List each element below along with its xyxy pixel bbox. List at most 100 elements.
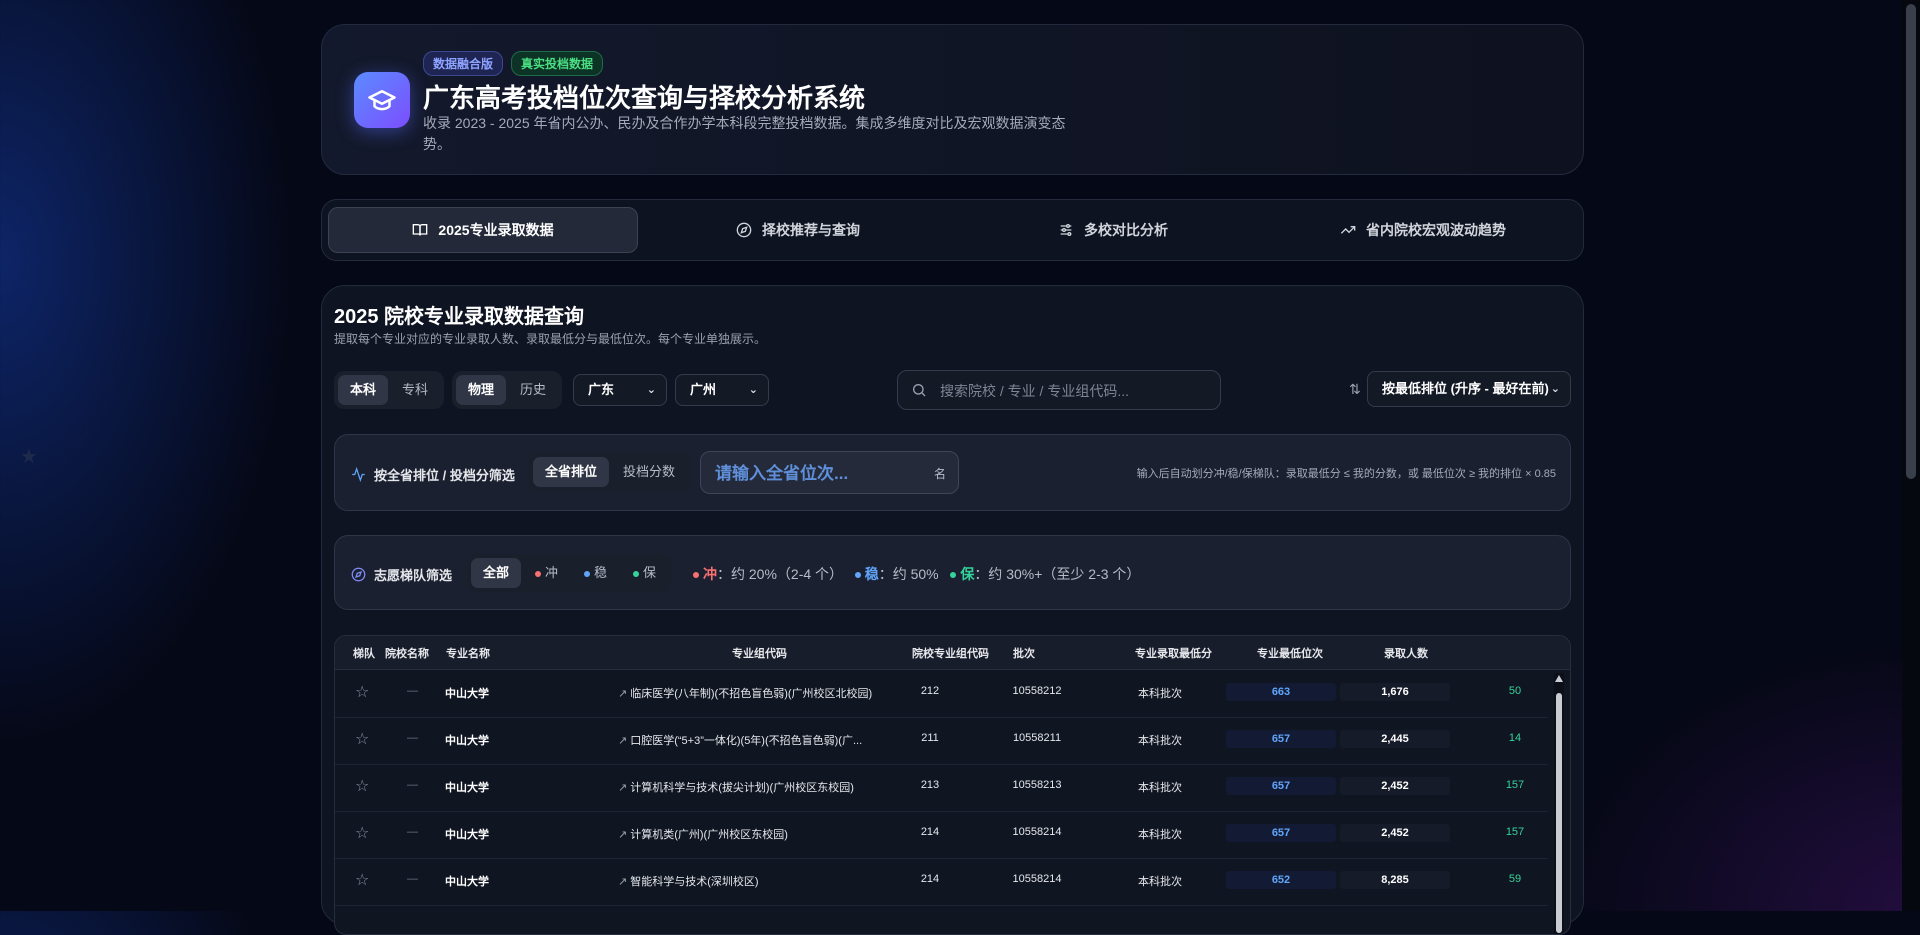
favorite-star-icon[interactable]: ☆	[355, 776, 369, 796]
subject-option-history[interactable]: 历史	[508, 375, 558, 405]
tab-multi-school-compare[interactable]: 多校对比分析	[958, 207, 1268, 253]
compass-icon	[736, 222, 752, 238]
school-group-cell: 10558214	[1012, 873, 1062, 885]
group-cell: 212	[920, 685, 940, 697]
school-group-cell: 10558214	[1012, 826, 1062, 838]
mode-option-rank[interactable]: 全省排位	[533, 457, 610, 487]
city-select[interactable]: 广州 ⌄	[675, 374, 769, 406]
page-scrollbar[interactable]	[1902, 0, 1920, 911]
scroll-up-arrow-icon[interactable]	[1555, 675, 1563, 682]
school-cell: 中山大学	[445, 829, 489, 841]
tier-hint: 输入后自动划分冲/稳/保梯队：录取最低分 ≤ 我的分数，或 最低位次 ≥ 我的排…	[1136, 468, 1556, 480]
sliders-icon	[1060, 224, 1072, 236]
school-cell: 中山大学	[445, 688, 489, 700]
school-cell: 中山大学	[445, 782, 489, 794]
col-school-group: 院校专业组代码	[912, 648, 989, 660]
tab-macro-trends[interactable]: 省内院校宏观波动趋势	[1268, 207, 1578, 253]
col-group: 专业组代码	[732, 648, 787, 660]
tier-cell: —	[407, 685, 418, 697]
tier-option-all[interactable]: 全部	[471, 558, 522, 588]
favorite-star-icon[interactable]: ☆	[355, 870, 369, 890]
tier-option-bao[interactable]: 保	[621, 558, 668, 588]
tier-toggle: 全部 冲 稳 保	[467, 554, 673, 592]
col-min-rank: 专业最低位次	[1257, 648, 1323, 660]
group-cell: 214	[920, 826, 940, 838]
green-dot-icon	[950, 572, 957, 579]
table-row[interactable]: ☆ — 中山大学 ↗ 口腔医学(“5+3”一体化)(5年)(不招色盲色弱)(广... 21…	[335, 717, 1548, 765]
search-input[interactable]	[938, 371, 1212, 411]
level-option-undergrad[interactable]: 本科	[338, 375, 389, 405]
school-cell: 中山大学	[445, 735, 489, 747]
favorite-star-icon[interactable]: ☆	[355, 823, 369, 843]
major-cell[interactable]: ↗ 计算机类(广州)(广州校区东校园)	[618, 826, 788, 842]
sort-select[interactable]: 按最低排位 (升序 - 最好在前) ⌄	[1367, 371, 1571, 407]
level-option-junior[interactable]: 专科	[390, 375, 440, 405]
school-cell: 中山大学	[445, 876, 489, 888]
table-row[interactable]: ☆ — 中山大学 ↗ 计算机类(广州)(广州校区东校园) 214 10558214 本科批次 6…	[335, 811, 1548, 859]
count-cell: 59	[1508, 873, 1522, 885]
level-toggle: 本科 专科	[334, 371, 445, 409]
group-cell: 214	[920, 873, 940, 885]
school-group-cell: 10558213	[1012, 779, 1062, 791]
favorite-star-icon[interactable]: ☆	[355, 682, 369, 702]
min-rank-cell: 1,676	[1340, 683, 1450, 701]
rank-input[interactable]	[713, 452, 917, 495]
min-rank-cell: 2,452	[1340, 777, 1450, 795]
page-scroll-thumb[interactable]	[1906, 4, 1916, 479]
rank-filter-label: 按全省排位 / 投档分筛选	[351, 465, 515, 484]
chevron-down-icon: ⌄	[748, 384, 758, 396]
scroll-thumb[interactable]	[1556, 693, 1562, 933]
search-icon	[913, 384, 926, 397]
decorative-star-icon: ★	[20, 446, 38, 468]
table-header: 梯队 院校名称 专业名称 专业组代码 院校专业组代码 批次 专业录取最低分 专业…	[335, 636, 1570, 670]
page-title: 广东高考投档位次查询与择校分析系统	[423, 83, 866, 113]
mode-option-score[interactable]: 投档分数	[611, 457, 687, 487]
min-score-cell: 657	[1226, 730, 1336, 748]
count-cell: 157	[1505, 779, 1525, 791]
tier-filter-label-text: 志愿梯队筛选	[374, 568, 453, 583]
table-row[interactable]: ☆ — 中山大学 ↗ 计算机科学与技术(拔尖计划)(广州校区东校园) 213 1055821…	[335, 764, 1548, 812]
min-rank-cell: 8,285	[1340, 871, 1450, 889]
col-min-score: 专业录取最低分	[1135, 648, 1212, 660]
major-cell[interactable]: ↗ 临床医学(八年制)(不招色盲色弱)(广州校区北校园)	[618, 685, 872, 701]
tier-option-wen[interactable]: 稳	[572, 558, 619, 588]
col-tier: 梯队	[353, 648, 375, 660]
tab-label: 省内院校宏观波动趋势	[1366, 222, 1506, 238]
main-panel: 2025 院校专业录取数据查询 提取每个专业对应的专业录取人数、录取最低分与最低…	[321, 285, 1584, 935]
favorite-star-icon[interactable]: ☆	[355, 729, 369, 749]
red-dot-icon	[535, 570, 542, 577]
external-link-icon: ↗	[618, 829, 628, 841]
external-link-icon: ↗	[618, 782, 628, 794]
min-rank-cell: 2,445	[1340, 730, 1450, 748]
trending-up-icon	[1340, 226, 1356, 234]
table-scrollbar[interactable]	[1554, 673, 1564, 934]
external-link-icon: ↗	[618, 688, 628, 700]
subject-option-physics[interactable]: 物理	[456, 375, 507, 405]
province-select[interactable]: 广东 ⌄	[573, 374, 667, 406]
badge-data-fusion: 数据融合版	[423, 51, 504, 76]
sort-value: 按最低排位 (升序 - 最好在前)	[1382, 381, 1549, 396]
blue-dot-icon	[584, 570, 591, 577]
major-cell[interactable]: ↗ 智能科学与技术(深圳校区)	[618, 873, 759, 889]
tab-2025-admission-data[interactable]: 2025专业录取数据	[328, 207, 638, 253]
col-school: 院校名称	[385, 648, 429, 660]
activity-icon	[352, 467, 365, 482]
table-row[interactable]: ☆ — 中山大学 ↗ 智能科学与技术(深圳校区) 214 10558214 本科批次 652 8,…	[335, 858, 1548, 906]
tier-option-chong[interactable]: 冲	[523, 558, 570, 588]
rank-filter-box: 按全省排位 / 投档分筛选 全省排位 投档分数 名 输入后自动划分冲/稳/保梯队…	[334, 434, 1571, 511]
batch-cell: 本科批次	[1138, 688, 1182, 700]
batch-cell: 本科批次	[1138, 735, 1182, 747]
external-link-icon: ↗	[618, 876, 628, 888]
major-cell[interactable]: ↗ 口腔医学(“5+3”一体化)(5年)(不招色盲色弱)(广...	[618, 732, 862, 748]
school-group-cell: 10558212	[1012, 685, 1062, 697]
rank-unit: 名	[933, 467, 946, 481]
book-icon	[413, 224, 428, 236]
chevron-down-icon: ⌄	[1550, 383, 1560, 395]
subject-toggle: 物理 历史	[452, 371, 563, 409]
tab-label: 多校对比分析	[1084, 222, 1168, 238]
major-cell[interactable]: ↗ 计算机科学与技术(拔尖计划)(广州校区东校园)	[618, 779, 854, 795]
tab-school-recommendation[interactable]: 择校推荐与查询	[643, 207, 953, 253]
rank-filter-label-text: 按全省排位 / 投档分筛选	[374, 468, 515, 483]
app-header: 数据融合版 真实投档数据 广东高考投档位次查询与择校分析系统 收录 2023 -…	[321, 24, 1584, 175]
table-row[interactable]: ☆ — 中山大学 ↗ 临床医学(八年制)(不招色盲色弱)(广州校区北校园) 212 1055…	[335, 670, 1548, 718]
